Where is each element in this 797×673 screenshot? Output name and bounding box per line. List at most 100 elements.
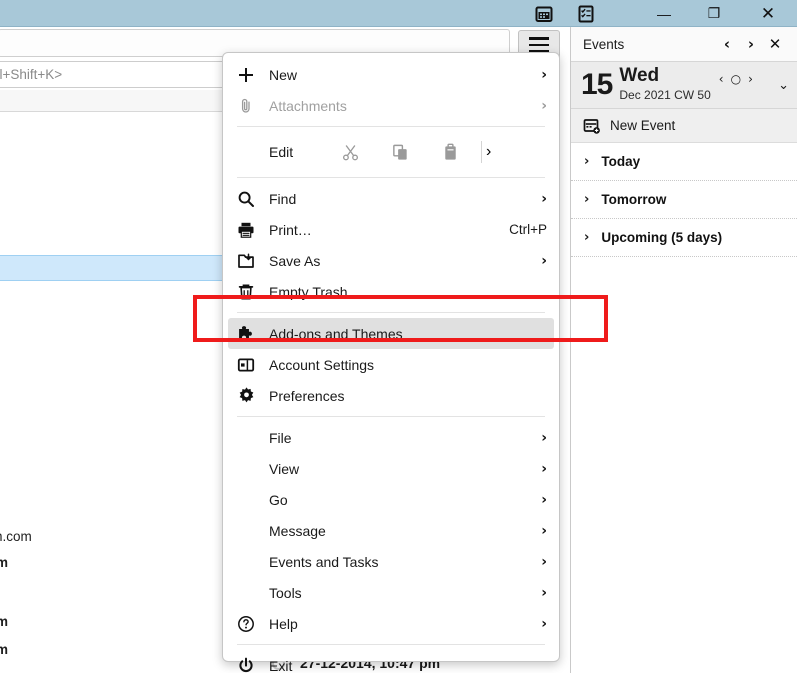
account-icon	[237, 356, 265, 374]
events-date-text: Wed Dec 2021 CW 50	[619, 66, 710, 104]
menu-item-label: Add-ons and Themes	[269, 325, 403, 342]
window-controls: — ❐ ✕	[639, 0, 797, 27]
chevron-right-icon: ›	[486, 143, 492, 160]
events-weekday: Wed	[619, 65, 660, 86]
events-title: Events	[583, 36, 625, 52]
menu-item-label: Account Settings	[269, 356, 375, 373]
events-prev-button[interactable]: ‹	[715, 35, 739, 53]
quick-filter-input[interactable]: rl+Shift+K>	[0, 67, 62, 82]
paste-icon[interactable]	[425, 143, 475, 162]
menu-item-find[interactable]: Find ›	[223, 183, 559, 214]
chevron-right-icon[interactable]: ›	[584, 154, 589, 169]
minimize-button[interactable]: —	[639, 0, 689, 27]
power-icon	[237, 657, 265, 673]
events-day-number: 15	[581, 68, 613, 101]
title-bar: — ❐ ✕	[0, 0, 797, 27]
menu-item-label: Exit	[269, 657, 293, 673]
chevron-down-icon[interactable]: ⌄	[778, 78, 789, 93]
chevron-right-icon: ›	[541, 252, 547, 269]
tasks-icon[interactable]	[576, 4, 596, 24]
new-event-button[interactable]: New Event	[571, 109, 797, 143]
menu-item-add-ons-and-themes[interactable]: Add-ons and Themes	[228, 318, 554, 349]
menu-item-view[interactable]: View ›	[223, 453, 559, 484]
events-group-upcoming[interactable]: › Upcoming (5 days)	[571, 219, 797, 257]
events-header: Events ‹ › ✕	[571, 27, 797, 62]
events-sidebar: Events ‹ › ✕ 15 Wed Dec 2021 CW 50 ‹ ○ ›…	[570, 27, 797, 673]
calendar-icon[interactable]	[534, 4, 554, 24]
hamburger-line	[529, 37, 549, 40]
search-icon	[237, 190, 265, 208]
restore-button[interactable]: ❐	[689, 0, 739, 27]
new-event-label: New Event	[610, 118, 676, 133]
chevron-right-icon: ›	[541, 491, 547, 508]
menu-item-label: Print…	[269, 221, 312, 238]
menu-item-save-as[interactable]: Save As ›	[223, 245, 559, 276]
chevron-right-icon: ›	[541, 66, 547, 83]
events-group-label: Upcoming (5 days)	[601, 230, 723, 245]
menu-item-print[interactable]: Print… Ctrl+P	[223, 214, 559, 245]
new-event-icon	[583, 117, 601, 135]
menu-item-label: Tools	[269, 584, 302, 601]
chevron-right-icon: ›	[541, 553, 547, 570]
menu-item-label: Message	[269, 522, 326, 539]
menu-item-message[interactable]: Message ›	[223, 515, 559, 546]
events-mini-next-button[interactable]: ›	[748, 72, 753, 86]
menu-item-label: Attachments	[269, 97, 347, 114]
chevron-right-icon[interactable]: ›	[584, 192, 589, 207]
save-as-icon	[237, 252, 265, 270]
menu-item-label: Events and Tasks	[269, 553, 379, 570]
events-group-label: Today	[601, 154, 641, 169]
message-subject-3: m	[0, 642, 9, 657]
events-close-button[interactable]: ✕	[763, 35, 787, 53]
menu-item-label: Help	[269, 615, 298, 632]
events-mini-nav: ‹ ○ ›	[719, 72, 753, 86]
menu-item-exit[interactable]: Exit	[223, 650, 559, 673]
menu-item-account-settings[interactable]: Account Settings	[223, 349, 559, 380]
message-sender-email: @paytm.com	[0, 529, 32, 544]
chevron-right-icon: ›	[541, 97, 547, 114]
menu-item-events-and-tasks[interactable]: Events and Tasks ›	[223, 546, 559, 577]
events-next-button[interactable]: ›	[739, 35, 763, 53]
message-subject-2: m	[0, 614, 9, 629]
chevron-right-icon: ›	[541, 460, 547, 477]
events-month-week: Dec 2021 CW 50	[619, 88, 711, 102]
menu-item-attachments[interactable]: Attachments ›	[223, 90, 559, 121]
toolbar-divider	[481, 141, 482, 163]
menu-item-tools[interactable]: Tools ›	[223, 577, 559, 608]
hamburger-line	[529, 43, 549, 47]
help-icon	[237, 615, 265, 633]
menu-item-label: Go	[269, 491, 288, 508]
plus-icon	[237, 66, 265, 84]
events-group-label: Tomorrow	[601, 192, 667, 207]
events-today-button[interactable]: ○	[731, 72, 741, 86]
menu-item-label: Save As	[269, 252, 321, 269]
events-group-today[interactable]: › Today	[571, 143, 797, 181]
printer-icon	[237, 221, 265, 239]
close-button[interactable]: ✕	[739, 0, 797, 27]
chevron-right-icon[interactable]: ›	[584, 230, 589, 245]
message-row-selected[interactable]	[0, 255, 225, 281]
menu-item-file[interactable]: File ›	[223, 422, 559, 453]
menu-item-label: Empty Trash	[269, 283, 348, 300]
copy-icon[interactable]	[375, 143, 425, 162]
menu-item-go[interactable]: Go ›	[223, 484, 559, 515]
menu-item-label: View	[269, 460, 300, 477]
events-mini-prev-button[interactable]: ‹	[719, 72, 724, 86]
menu-item-edit[interactable]: Edit ›	[223, 132, 559, 172]
menu-item-empty-trash[interactable]: Empty Trash	[223, 276, 559, 307]
paperclip-icon	[237, 97, 265, 115]
menu-item-label: Find	[269, 190, 297, 207]
menu-item-preferences[interactable]: Preferences	[223, 380, 559, 411]
message-subject-1: m	[0, 555, 9, 570]
menu-item-help[interactable]: Help ›	[223, 608, 559, 639]
menu-item-label: File	[269, 429, 292, 446]
chevron-right-icon: ›	[541, 522, 547, 539]
events-group-tomorrow[interactable]: › Tomorrow	[571, 181, 797, 219]
cut-icon[interactable]	[325, 143, 375, 162]
gear-icon	[237, 386, 265, 405]
trash-icon	[237, 283, 265, 301]
menu-item-new[interactable]: New ›	[223, 59, 559, 90]
menu-separator	[237, 312, 545, 313]
chevron-right-icon: ›	[541, 429, 547, 446]
app-window: — ❐ ✕ rl+Shift+K> @paytm.com m m m 27-12…	[0, 0, 797, 673]
